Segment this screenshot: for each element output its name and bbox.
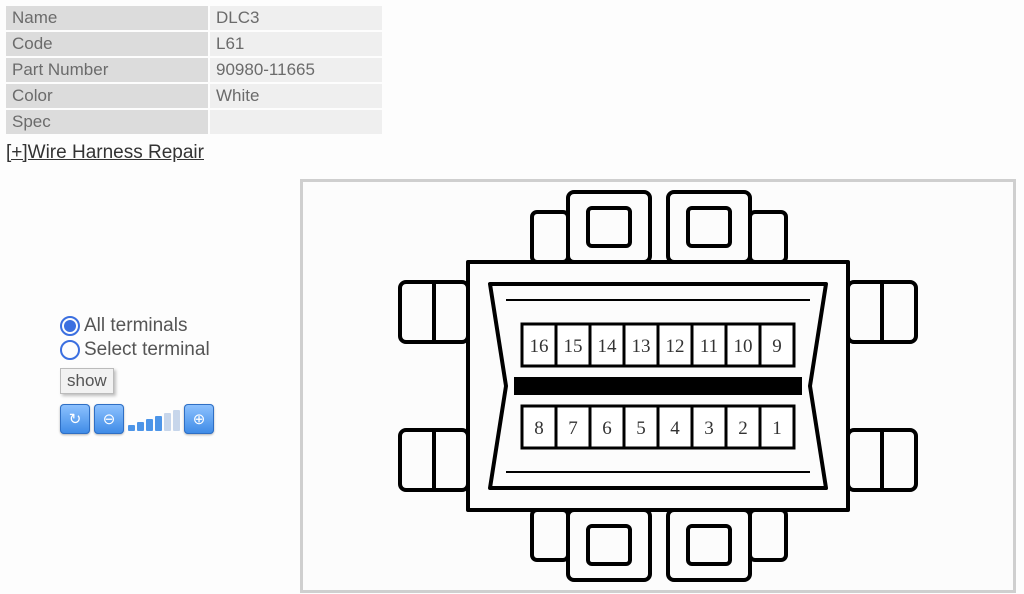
pin-label-15: 15 <box>564 336 583 357</box>
pin-label-13: 13 <box>632 336 651 357</box>
connector-diagram-svg: 16 15 14 13 12 11 10 9 8 7 6 5 4 3 2 1 <box>338 182 978 590</box>
info-val-4 <box>210 110 382 134</box>
info-key-0: Name <box>6 6 208 30</box>
connector-info-table: NameDLC3CodeL61Part Number90980-11665Col… <box>4 4 384 136</box>
pin-label-1: 1 <box>772 418 782 439</box>
terminal-selection-controls: All terminals Select terminal show <box>60 314 210 394</box>
pin-label-3: 3 <box>704 418 714 439</box>
zoom-in-button[interactable]: ⊕ <box>184 404 214 434</box>
wire-harness-repair-link[interactable]: [+]Wire Harness Repair <box>6 142 204 164</box>
pin-label-9: 9 <box>772 336 782 357</box>
zoom-level-indicator <box>128 407 180 431</box>
info-val-3: White <box>210 84 382 108</box>
info-key-2: Part Number <box>6 58 208 82</box>
pin-label-7: 7 <box>568 418 578 439</box>
connector-diagram-panel[interactable]: 16 15 14 13 12 11 10 9 8 7 6 5 4 3 2 1 <box>300 179 1016 593</box>
reset-view-button[interactable]: ↻ <box>60 404 90 434</box>
info-key-3: Color <box>6 84 208 108</box>
info-key-4: Spec <box>6 110 208 134</box>
pin-label-4: 4 <box>670 418 680 439</box>
zoom-out-button[interactable]: ⊖ <box>94 404 124 434</box>
all-terminals-label: All terminals <box>84 314 187 338</box>
pin-label-6: 6 <box>602 418 612 439</box>
all-terminals-radio[interactable] <box>60 316 80 336</box>
info-val-0: DLC3 <box>210 6 382 30</box>
pin-label-12: 12 <box>666 336 685 357</box>
select-terminal-radio[interactable] <box>60 340 80 360</box>
show-button[interactable]: show <box>60 368 114 394</box>
info-val-2: 90980-11665 <box>210 58 382 82</box>
zoom-toolbar: ↻ ⊖ ⊕ <box>60 404 214 434</box>
pin-label-8: 8 <box>534 418 544 439</box>
pin-label-5: 5 <box>636 418 646 439</box>
pin-label-11: 11 <box>700 336 718 357</box>
pin-label-10: 10 <box>734 336 753 357</box>
info-key-1: Code <box>6 32 208 56</box>
select-terminal-label: Select terminal <box>84 338 210 362</box>
pin-label-14: 14 <box>598 336 618 357</box>
info-val-1: L61 <box>210 32 382 56</box>
pin-label-2: 2 <box>738 418 748 439</box>
pin-label-16: 16 <box>530 336 549 357</box>
